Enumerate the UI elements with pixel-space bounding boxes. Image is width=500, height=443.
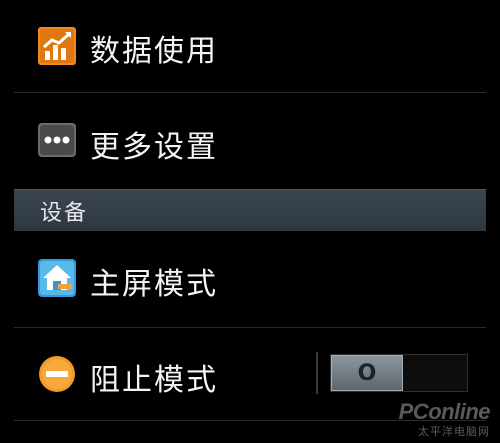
block-mode-toggle[interactable]: O (316, 352, 470, 394)
settings-item-label: 主屏模式 (90, 267, 218, 302)
settings-item-data-usage[interactable]: 数据使用 (0, 0, 500, 92)
watermark: PConline 太平洋电脑网 (398, 399, 491, 439)
watermark-brand: PConline (398, 399, 491, 424)
watermark-sub: 太平洋电脑网 (418, 426, 490, 438)
settings-item-more-settings[interactable]: 更多设置 (0, 93, 500, 188)
toggle-track[interactable]: O (330, 354, 468, 392)
data-usage-chart-icon (38, 27, 76, 65)
home-screen-icon (38, 259, 76, 297)
toggle-knob[interactable]: O (331, 355, 403, 391)
block-mode-icon (39, 356, 75, 392)
more-dots-icon (38, 123, 76, 157)
settings-item-label: 数据使用 (90, 34, 218, 69)
settings-item-home-screen-mode[interactable]: 主屏模式 (0, 232, 500, 327)
settings-item-label: 更多设置 (90, 130, 218, 165)
settings-item-label: 阻止模式 (90, 363, 218, 398)
section-header-device: 设备 (14, 189, 486, 231)
